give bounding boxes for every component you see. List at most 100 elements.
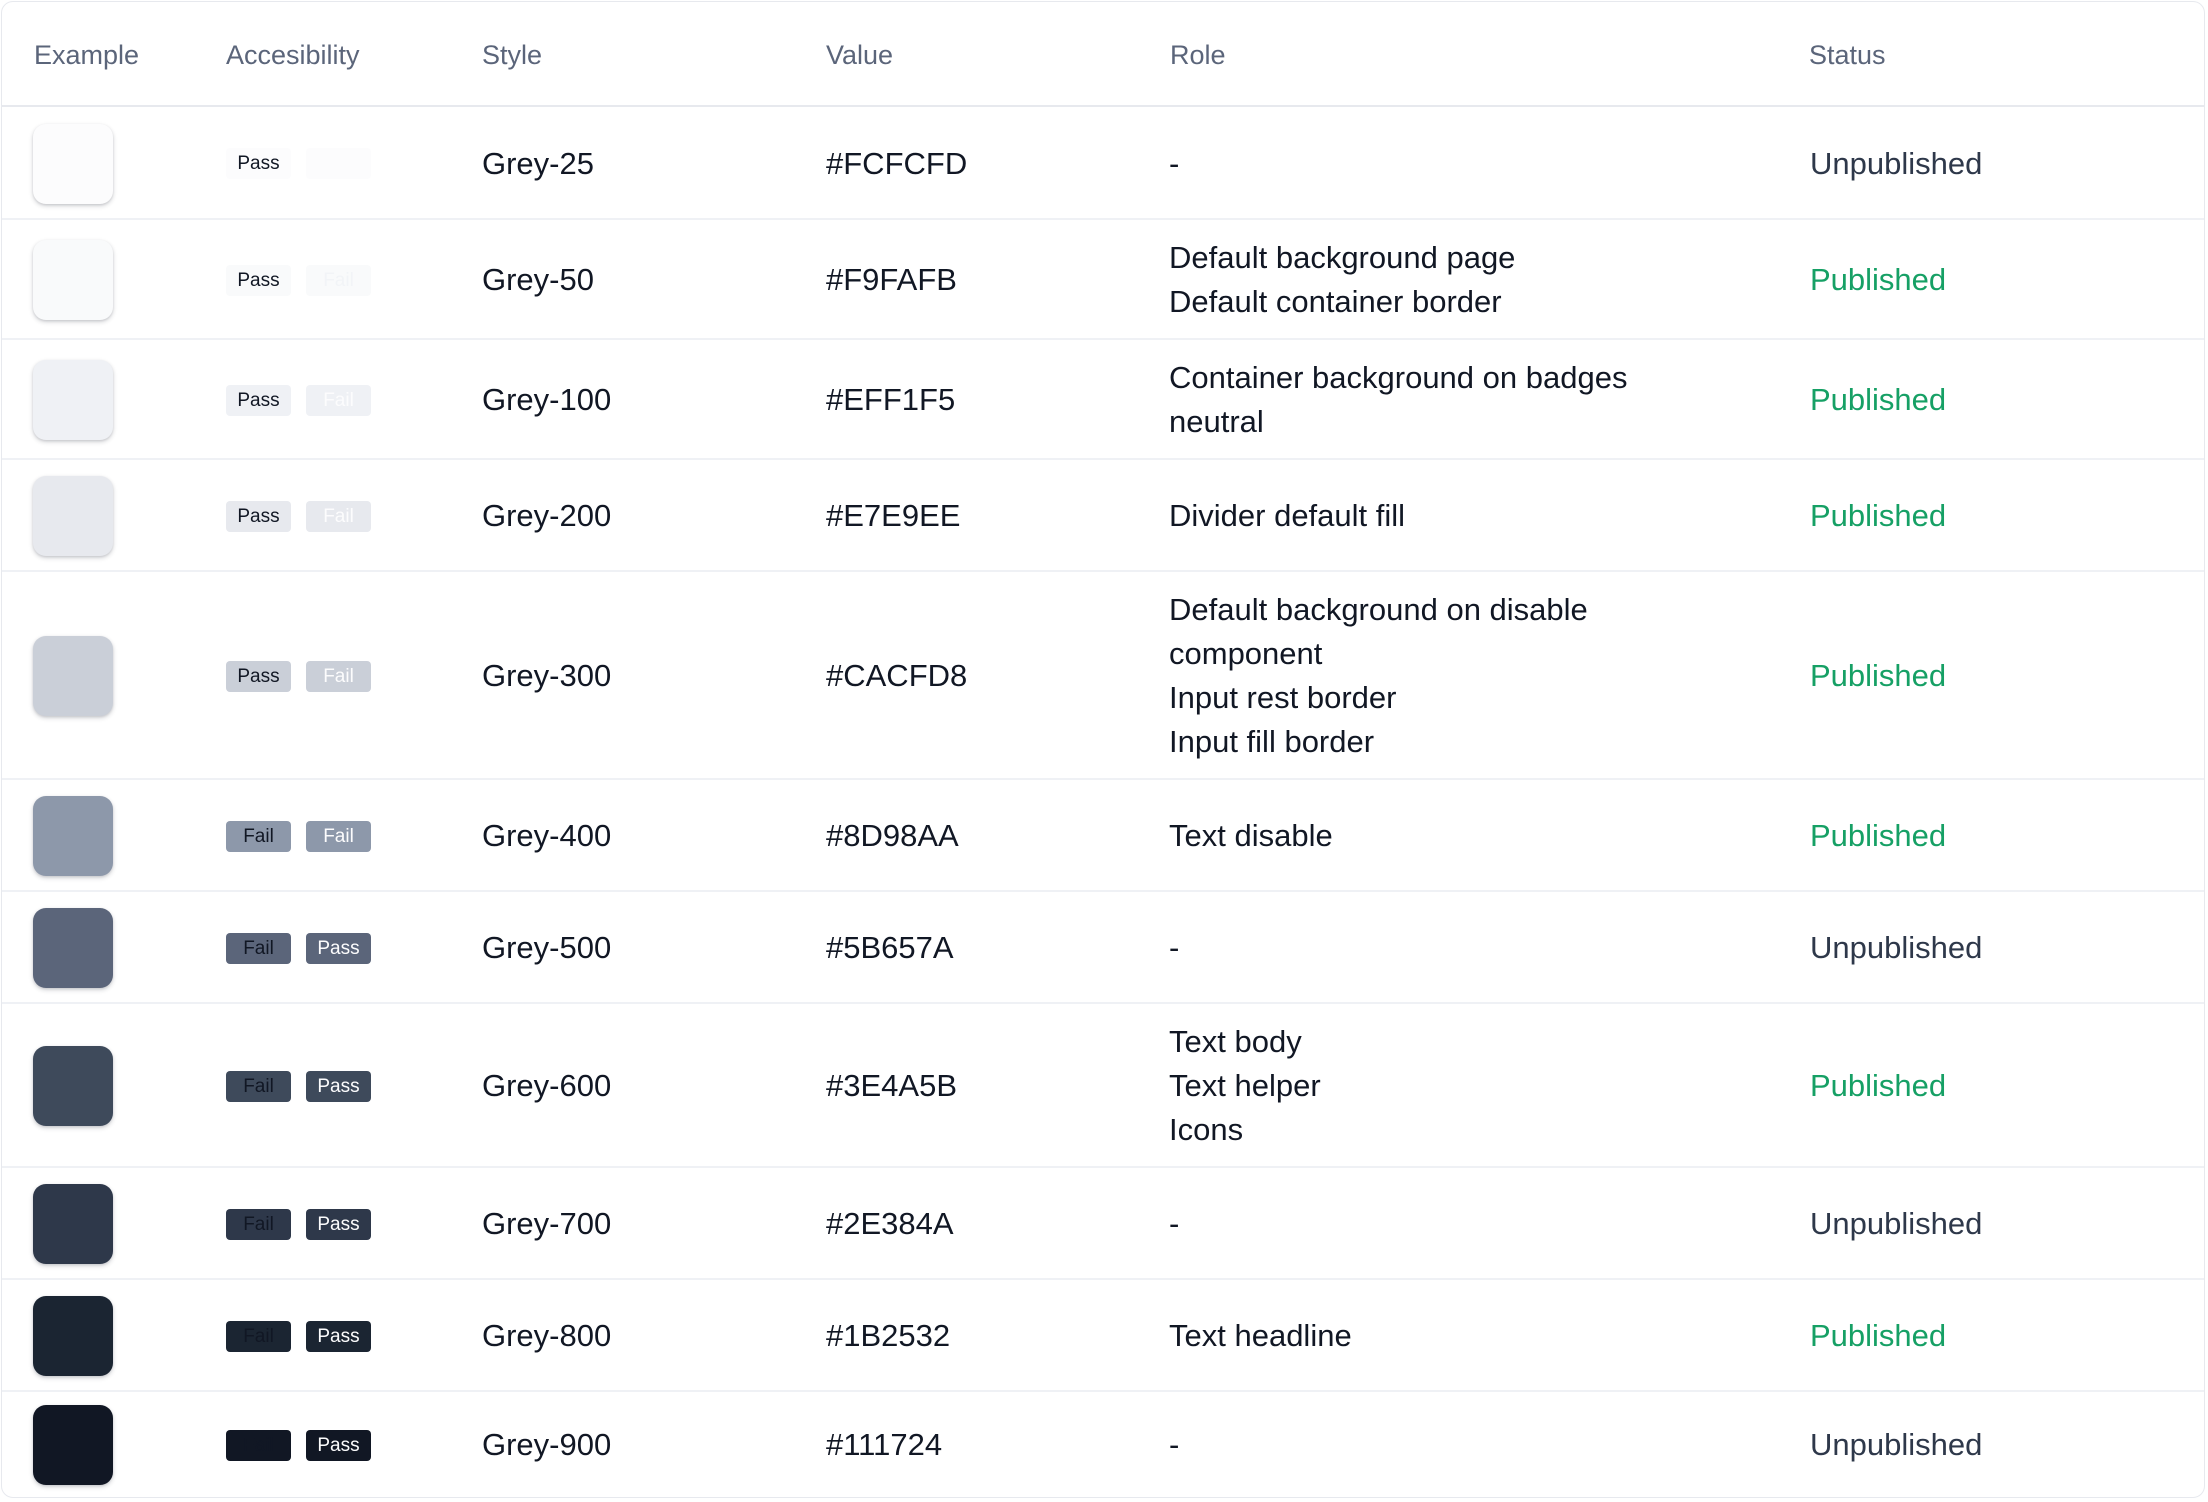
- style-name: Grey-900: [482, 1427, 612, 1462]
- contrast-badge-light-text: Fail: [306, 820, 371, 852]
- role-line: Text disable: [1169, 818, 1333, 853]
- role-line: component: [1169, 636, 1323, 671]
- role-cell: -: [1169, 1423, 1179, 1467]
- contrast-badge-light-text: Fail: [306, 384, 371, 416]
- hex-value: #5B657A: [826, 930, 954, 965]
- style-name: Grey-500: [482, 930, 612, 965]
- hex-value: #3E4A5B: [826, 1068, 957, 1103]
- status-label: Published: [1810, 498, 1947, 533]
- table-row[interactable]: Fail Pass Grey-800 #1B2532 Text headline Publ…: [2, 1280, 2204, 1392]
- role-line: Text headline: [1169, 1318, 1352, 1353]
- status-label: Unpublished: [1810, 1427, 1983, 1462]
- color-swatch: [33, 476, 113, 556]
- status-label: Published: [1810, 658, 1947, 693]
- hex-value: #CACFD8: [826, 658, 968, 693]
- status-label: Published: [1810, 1068, 1947, 1103]
- contrast-badge-dark-text: Fail: [226, 1208, 291, 1240]
- contrast-badge-dark-text: Fail: [226, 932, 291, 964]
- role-line: Default container border: [1169, 284, 1502, 319]
- role-cell: Text body Text helper Icons: [1169, 1020, 1321, 1152]
- style-name: Grey-400: [482, 818, 612, 853]
- hex-value: #E7E9EE: [826, 498, 961, 533]
- color-swatch: [33, 908, 113, 988]
- table-header: Example Accesibility Style Value Role St…: [2, 2, 2204, 107]
- table-row[interactable]: Pass Fail Grey-300 #CACFD8 Default backgroun…: [2, 572, 2204, 780]
- role-cell: -: [1169, 1202, 1179, 1246]
- style-name: Grey-600: [482, 1068, 612, 1103]
- role-cell: -: [1169, 142, 1179, 186]
- style-name: Grey-25: [482, 145, 594, 181]
- contrast-badge-dark-text: Pass: [226, 384, 291, 416]
- table-row[interactable]: Fail Pass Grey-700 #2E384A - Unpublished: [2, 1168, 2204, 1280]
- role-line: Divider default fill: [1169, 498, 1406, 533]
- contrast-badge-dark-text: Pass: [226, 148, 291, 179]
- column-header-example[interactable]: Example: [34, 39, 139, 71]
- style-name: Grey-100: [482, 382, 612, 417]
- style-name: Grey-300: [482, 658, 612, 693]
- role-line: Text body: [1169, 1024, 1302, 1059]
- style-name: Grey-50: [482, 262, 594, 297]
- contrast-badge-light-text: Pass: [306, 1429, 371, 1461]
- column-header-role[interactable]: Role: [1170, 39, 1226, 71]
- hex-value: #F9FAFB: [826, 262, 957, 297]
- status-label: Published: [1810, 382, 1947, 417]
- color-swatch: [33, 1405, 113, 1485]
- contrast-badge-light-text: Pass: [306, 1070, 371, 1102]
- hex-value: #2E384A: [826, 1206, 954, 1241]
- table-row[interactable]: Fail Pass Grey-600 #3E4A5B Text body Text hel…: [2, 1004, 2204, 1168]
- role-line: Container background on badges: [1169, 360, 1628, 395]
- role-line: Default background page: [1169, 240, 1516, 275]
- table-row[interactable]: Pass Fail Grey-50 #F9FAFB Default background…: [2, 220, 2204, 340]
- status-label: Published: [1810, 818, 1947, 853]
- status-label: Unpublished: [1810, 145, 1983, 181]
- status-label: Published: [1810, 262, 1947, 297]
- color-swatch: [33, 240, 113, 320]
- color-swatch: [33, 123, 113, 204]
- hex-value: #111724: [826, 1427, 943, 1462]
- role-line: Default background on disable: [1169, 592, 1588, 627]
- role-line: -: [1169, 1427, 1180, 1462]
- role-cell: Default background page Default container…: [1169, 236, 1515, 324]
- hex-value: #EFF1F5: [826, 382, 956, 417]
- status-label: Unpublished: [1810, 1206, 1983, 1241]
- contrast-badge-light-text: Pass: [306, 932, 371, 964]
- table-row[interactable]: Fail Fail Grey-400 #8D98AA Text disable Publi…: [2, 780, 2204, 892]
- table-row[interactable]: Pass Fail Grey-25 #FCFCFD - Unpublished: [2, 107, 2204, 220]
- role-line: Input fill border: [1169, 724, 1375, 759]
- contrast-badge-dark-text: Pass: [226, 500, 291, 532]
- contrast-badge-dark-text: Fail: [226, 820, 291, 852]
- contrast-badge-light-text: Fail: [306, 660, 371, 692]
- hex-value: #8D98AA: [826, 818, 959, 853]
- color-swatch: [33, 796, 113, 876]
- color-swatch: [33, 1296, 113, 1376]
- table-row[interactable]: Pass Fail Grey-100 #EFF1F5 Container backgro…: [2, 340, 2204, 460]
- table-row[interactable]: Fail Pass Grey-500 #5B657A - Unpublished: [2, 892, 2204, 1004]
- contrast-badge-dark-text: Fail: [226, 1429, 291, 1461]
- table-row[interactable]: Fail Pass Grey-900 #111724 - Unpublished: [2, 1392, 2204, 1497]
- table-row[interactable]: Pass Fail Grey-200 #E7E9EE Divider default f…: [2, 460, 2204, 572]
- role-cell: -: [1169, 926, 1179, 970]
- column-header-value[interactable]: Value: [826, 39, 893, 71]
- style-name: Grey-700: [482, 1206, 612, 1241]
- contrast-badge-light-text: Fail: [306, 148, 371, 179]
- contrast-badge-light-text: Pass: [306, 1208, 371, 1240]
- column-header-style[interactable]: Style: [482, 39, 542, 71]
- color-swatch: [33, 1046, 113, 1126]
- column-header-status[interactable]: Status: [1809, 39, 1886, 71]
- role-line: neutral: [1169, 404, 1264, 439]
- role-line: Icons: [1169, 1112, 1244, 1147]
- contrast-badge-light-text: Fail: [306, 500, 371, 532]
- contrast-badge-dark-text: Pass: [226, 660, 291, 692]
- color-swatch: [33, 636, 113, 716]
- color-swatch: [33, 360, 113, 440]
- column-header-accessibility[interactable]: Accesibility: [226, 39, 360, 71]
- color-swatch: [33, 1184, 113, 1264]
- contrast-badge-dark-text: Pass: [226, 264, 291, 296]
- role-line: -: [1169, 930, 1180, 965]
- contrast-badge-light-text: Pass: [306, 1320, 371, 1352]
- role-cell: Container background on badges neutral: [1169, 356, 1627, 444]
- role-line: -: [1169, 1206, 1180, 1241]
- status-label: Unpublished: [1810, 930, 1983, 965]
- role-cell: Text headline: [1169, 1314, 1352, 1358]
- color-table: Example Accesibility Style Value Role St…: [1, 1, 2205, 1498]
